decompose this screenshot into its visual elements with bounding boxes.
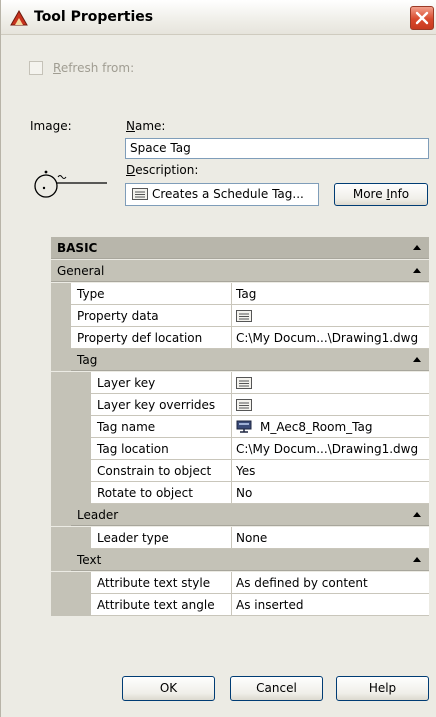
space-tag-image[interactable] — [31, 156, 111, 201]
close-button[interactable] — [410, 6, 434, 30]
collapse-arrow-icon[interactable] — [413, 357, 421, 362]
section-general[interactable]: General — [51, 260, 429, 282]
property-row-layer-key[interactable]: Layer key — [51, 372, 429, 394]
collapse-arrow-icon[interactable] — [413, 268, 421, 273]
description-value: Creates a Schedule Tag... — [152, 187, 304, 201]
detail-edit-icon[interactable] — [236, 399, 252, 411]
property-row-constrain-to-object[interactable]: Constrain to object Yes — [51, 460, 429, 482]
property-row-layer-key-overrides[interactable]: Layer key overrides — [51, 394, 429, 416]
section-basic[interactable]: BASIC — [51, 237, 429, 259]
tool-properties-dialog: Tool Properties Refresh from: Image: Nam… — [0, 0, 436, 717]
refresh-from-label: Refresh from: — [53, 61, 135, 75]
more-info-button[interactable]: More Info — [334, 183, 428, 206]
property-row-type[interactable]: Type Tag — [51, 283, 429, 305]
section-tag[interactable]: Tag — [71, 349, 429, 371]
close-icon — [415, 11, 429, 25]
autocad-tool-icon — [10, 10, 28, 26]
name-input[interactable]: Space Tag — [125, 138, 429, 159]
description-label: Description: — [126, 163, 199, 177]
ok-button[interactable]: OK — [122, 676, 215, 701]
property-row-property-def-location[interactable]: Property def location C:\My Docum...\Dra… — [51, 327, 429, 349]
window-title: Tool Properties — [34, 9, 154, 25]
section-text[interactable]: Text — [71, 549, 429, 571]
property-row-rotate-to-object[interactable]: Rotate to object No — [51, 482, 429, 504]
detail-edit-icon[interactable] — [236, 310, 252, 322]
section-leader[interactable]: Leader — [71, 504, 429, 526]
property-grid: BASIC General Type Tag Property data Pro… — [51, 237, 429, 625]
name-label: Name: — [126, 119, 166, 133]
collapse-arrow-icon[interactable] — [413, 512, 421, 517]
cancel-button[interactable]: Cancel — [230, 676, 323, 701]
tag-block-icon — [236, 420, 252, 433]
detail-edit-icon — [132, 188, 148, 200]
property-row-attribute-text-angle[interactable]: Attribute text angle As inserted — [51, 594, 429, 616]
detail-edit-icon[interactable] — [236, 377, 252, 389]
help-button[interactable]: Help — [336, 676, 429, 701]
refresh-from-checkbox[interactable] — [29, 61, 43, 75]
image-label: Image: — [30, 119, 72, 133]
collapse-arrow-icon[interactable] — [413, 245, 421, 250]
property-row-leader-type[interactable]: Leader type None — [51, 527, 429, 549]
property-row-tag-location[interactable]: Tag location C:\My Docum...\Drawing1.dwg — [51, 438, 429, 460]
property-row-attribute-text-style[interactable]: Attribute text style As defined by conte… — [51, 572, 429, 594]
collapse-arrow-icon[interactable] — [413, 557, 421, 562]
description-field[interactable]: Creates a Schedule Tag... — [125, 183, 319, 206]
property-row-tag-name[interactable]: Tag name M_Aec8_Room_Tag — [51, 416, 429, 438]
title-bar[interactable]: Tool Properties — [1, 0, 436, 35]
property-row-property-data[interactable]: Property data — [51, 305, 429, 327]
